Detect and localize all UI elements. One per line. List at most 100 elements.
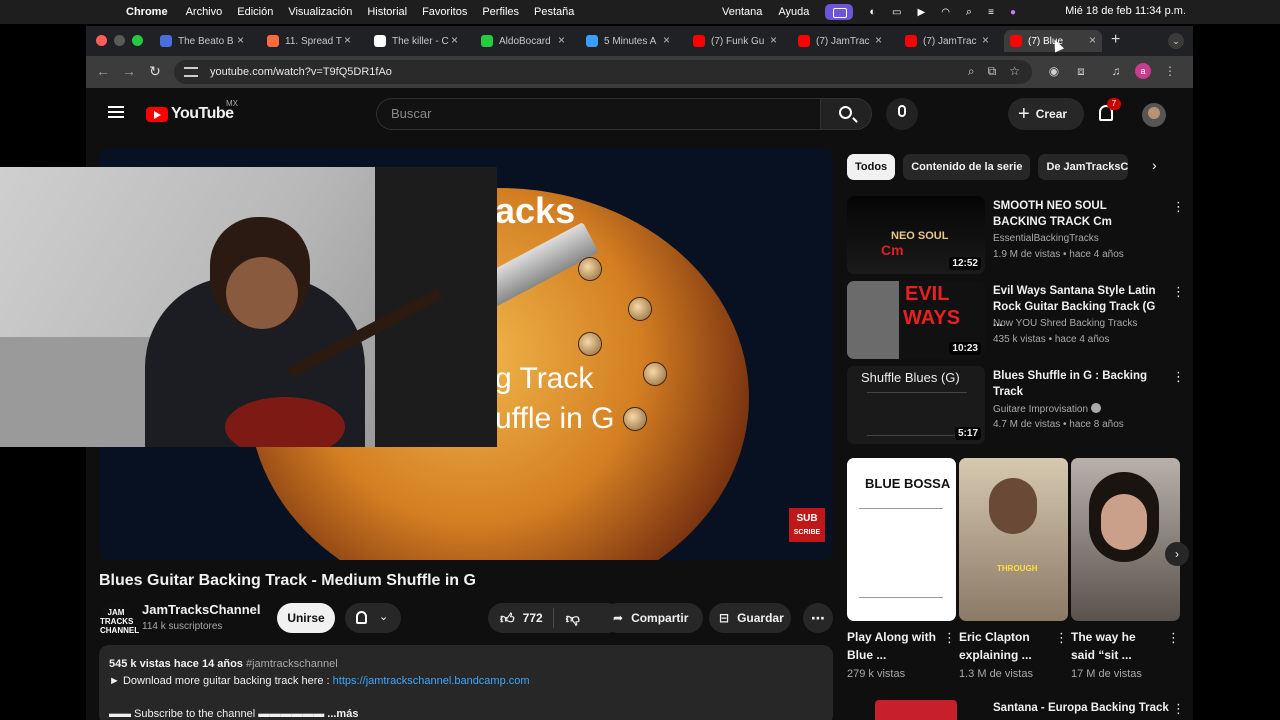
user-avatar[interactable] (1142, 103, 1166, 127)
youtube-logo[interactable]: YouTube MX (146, 99, 238, 123)
tab-close-icon[interactable]: × (663, 33, 670, 47)
more-options-icon[interactable]: ⋮ (1172, 284, 1185, 300)
zoom-window-button[interactable] (132, 35, 143, 46)
channel-name[interactable]: JamTracksChannel (142, 602, 261, 617)
video-thumbnail[interactable]: NEO SOUL Cm 12:52 (847, 196, 985, 274)
browser-tab[interactable]: 5 Minutes A × (580, 30, 676, 52)
more-options-icon[interactable]: ⋮ (1172, 701, 1185, 717)
back-button[interactable]: ← (94, 63, 112, 79)
recommendation-channel[interactable]: Guitare Improvisation (993, 403, 1102, 415)
like-icon[interactable]: 👍︎ (500, 610, 515, 627)
subscribe-watermark[interactable]: SUB SCRIBE (789, 508, 825, 542)
tab-close-icon[interactable]: × (1089, 33, 1096, 47)
tab-close-icon[interactable]: × (451, 33, 458, 47)
extensions-puzzle-icon[interactable]: ⧈ (1073, 63, 1089, 79)
join-button[interactable]: Unirse (277, 603, 335, 633)
siri-icon[interactable]: ● (1010, 7, 1016, 18)
menubar-clock[interactable]: Mié 18 de feb 11:34 p.m. (1065, 5, 1186, 17)
recommendation-title[interactable]: SMOOTH NEO SOUL BACKING TRACK Cm (993, 198, 1163, 230)
dislike-icon[interactable]: 👎︎ (566, 610, 580, 627)
short-title[interactable]: Eric Clapton explaining ... (959, 628, 1049, 664)
voice-search-button[interactable] (886, 98, 918, 130)
tab-search-button[interactable]: ⌄ (1168, 33, 1184, 49)
site-info-icon[interactable] (184, 67, 198, 77)
short-thumbnail[interactable]: THROUGH (959, 458, 1068, 621)
menu-visualizacion[interactable]: Visualización (288, 6, 352, 18)
recommendation-item[interactable]: Shuffle Blues (G) 5:17 Blues Shuffle in … (847, 366, 1187, 446)
menu-edicion[interactable]: Edición (237, 6, 273, 18)
chevron-right-icon[interactable]: › (1165, 542, 1189, 566)
video-thumbnail[interactable]: Shuffle Blues (G) 5:17 (847, 366, 985, 444)
more-options-icon[interactable]: ⋮ (1055, 630, 1068, 646)
new-tab-button[interactable]: + (1111, 31, 1120, 49)
short-item[interactable]: The way he said “sit ... ⋮ 17 M de vista… (1071, 458, 1180, 680)
menu-historial[interactable]: Historial (367, 6, 407, 18)
save-button[interactable]: ⊟ Guardar (709, 603, 791, 633)
chip-series[interactable]: Contenido de la serie (903, 154, 1031, 180)
browser-tab[interactable]: AldoBocard × (475, 30, 571, 52)
address-url[interactable]: youtube.com/watch?v=T9fQ5DR1fAo (210, 66, 392, 78)
forward-button[interactable]: → (120, 63, 138, 79)
recommendation-title[interactable]: Blues Shuffle in G : Backing Track (993, 368, 1163, 400)
status-icon[interactable]: ◐ (869, 6, 876, 18)
menu-ayuda[interactable]: Ayuda (778, 6, 809, 18)
video-thumbnail[interactable]: EVIL WAYS 10:23 (847, 281, 985, 359)
zoom-icon[interactable]: ⌕ (968, 64, 975, 79)
browser-tab[interactable]: The Beato B × (154, 30, 250, 52)
browser-tab[interactable]: (7) JamTrac × (792, 30, 888, 52)
profile-avatar[interactable]: a (1135, 63, 1151, 79)
wifi-icon[interactable]: ◠ (941, 7, 950, 18)
chrome-menu-icon[interactable]: ⋮ (1162, 63, 1178, 79)
menu-perfiles[interactable]: Perfiles (482, 6, 519, 18)
install-icon[interactable]: ⧉ (988, 64, 997, 79)
description-hashtag[interactable]: #jamtrackschannel (246, 658, 338, 670)
browser-tab[interactable]: 11. Spread T × (261, 30, 357, 52)
like-count[interactable]: 772 (523, 611, 543, 625)
extension-icon[interactable]: ◉ (1046, 63, 1062, 79)
description-more[interactable]: ...más (327, 708, 358, 720)
short-thumbnail[interactable]: BLUE BOSSA (847, 458, 956, 621)
recommendation-channel[interactable]: EssentialBackingTracks (993, 233, 1099, 244)
description-link[interactable]: https://jamtrackschannel.bandcamp.com (333, 675, 530, 687)
more-options-icon[interactable]: ⋮ (1172, 369, 1185, 385)
short-title[interactable]: Play Along with Blue ... (847, 628, 937, 664)
recommendation-item[interactable]: EVIL WAYS 10:23 Evil Ways Santana Style … (847, 281, 1187, 361)
chip-channel[interactable]: De JamTracksC (1038, 154, 1129, 180)
short-title[interactable]: The way he said “sit ... (1071, 628, 1161, 664)
spotlight-icon[interactable]: ⌕ (966, 6, 972, 19)
chip-todos[interactable]: Todos (847, 154, 896, 180)
more-actions-button[interactable]: ⋯ (803, 603, 833, 633)
chevron-right-icon[interactable]: › (1152, 157, 1157, 173)
tab-close-icon[interactable]: × (344, 33, 351, 47)
tab-close-icon[interactable]: × (982, 33, 989, 47)
recommendation-title[interactable]: Santana - Europa Backing Track (993, 702, 1169, 714)
control-center-icon[interactable]: ≡ (988, 7, 994, 18)
tab-close-icon[interactable]: × (875, 33, 882, 47)
screen-record-icon[interactable] (825, 4, 854, 20)
menu-ventana[interactable]: Ventana (722, 6, 762, 18)
tab-close-icon[interactable]: × (770, 33, 777, 47)
menu-archivo[interactable]: Archivo (186, 6, 223, 18)
search-button[interactable] (820, 98, 872, 130)
browser-tab[interactable]: (7) Funk Gu × (687, 30, 783, 52)
share-button[interactable]: ➦ Compartir (603, 603, 703, 633)
video-thumbnail[interactable] (875, 700, 957, 720)
menu-icon[interactable] (108, 106, 124, 118)
more-options-icon[interactable]: ⋮ (943, 630, 956, 646)
battery-icon[interactable]: ▭ (892, 7, 901, 18)
menu-app-name[interactable]: Chrome (126, 6, 168, 18)
recommendation-channel[interactable]: Now YOU Shred Backing Tracks (993, 318, 1137, 329)
tab-close-icon[interactable]: × (558, 33, 565, 47)
address-bar[interactable]: youtube.com/watch?v=T9fQ5DR1fAo ⌕ ⧉ ☆ (174, 60, 1032, 84)
menu-favoritos[interactable]: Favoritos (422, 6, 467, 18)
more-options-icon[interactable]: ⋮ (1172, 199, 1185, 215)
browser-tab[interactable]: The killer - C × (368, 30, 464, 52)
search-input[interactable]: Buscar (376, 98, 820, 130)
short-thumbnail[interactable] (1071, 458, 1180, 621)
menu-pestana[interactable]: Pestaña (534, 6, 574, 18)
recommendation-item[interactable]: NEO SOUL Cm 12:52 SMOOTH NEO SOUL BACKIN… (847, 196, 1187, 276)
create-button[interactable]: + Crear (1008, 98, 1084, 130)
subscription-bell-button[interactable]: ⌄ (345, 603, 401, 633)
reload-button[interactable]: ↻ (146, 63, 164, 80)
close-window-button[interactable] (96, 35, 107, 46)
